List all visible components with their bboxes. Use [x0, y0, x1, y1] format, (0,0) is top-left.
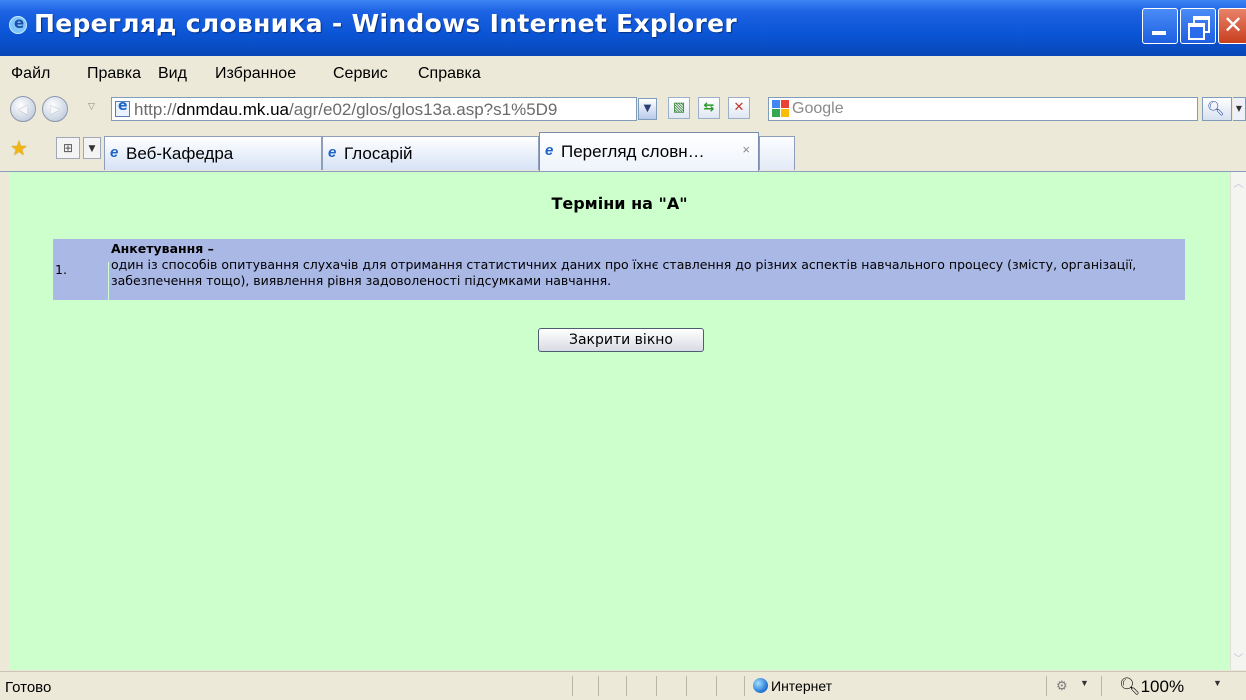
- scroll-down-icon[interactable]: ﹀: [1231, 650, 1246, 667]
- favorites-star-icon[interactable]: ★: [10, 136, 28, 160]
- search-options-dropdown[interactable]: ▼: [1233, 97, 1246, 121]
- close-window-button[interactable]: [1218, 8, 1246, 44]
- scroll-up-icon[interactable]: ︿: [1231, 175, 1246, 192]
- tab-pereglyad-slovnyka[interactable]: e Перегляд словн… ×: [539, 132, 759, 171]
- protected-mode-icon[interactable]: ⚙: [1056, 678, 1068, 694]
- quick-tabs-icon[interactable]: ⊞: [56, 137, 80, 159]
- new-tab-button[interactable]: [759, 136, 795, 170]
- address-field[interactable]: http://dnmdau.mk.ua/agr/e02/glos/glos13a…: [111, 97, 637, 121]
- security-zone-label[interactable]: Интернет: [771, 678, 832, 694]
- tab-glosarii[interactable]: e Глосарій: [322, 136, 539, 170]
- term-table: 1. Анкетування – один із способів опитув…: [53, 239, 1185, 300]
- vertical-scrollbar[interactable]: ︿ ﹀: [1230, 172, 1246, 670]
- title-bar[interactable]: Перегляд словника - Windows Internet Exp…: [0, 0, 1246, 56]
- internet-zone-icon: [753, 678, 768, 693]
- term-number: 1.: [54, 262, 109, 300]
- address-dropdown-button[interactable]: ▼: [638, 98, 657, 120]
- tab-veb-kafedra[interactable]: e Веб-Кафедра: [104, 136, 322, 170]
- restore-button[interactable]: [1180, 8, 1216, 44]
- status-divider: [716, 676, 717, 696]
- menu-tools[interactable]: Сервис: [333, 65, 388, 83]
- tab-list-dropdown[interactable]: ▼: [83, 137, 101, 159]
- status-divider: [1101, 676, 1102, 696]
- zoom-dropdown-icon[interactable]: ▼: [1213, 678, 1222, 688]
- ie-page-icon: e: [545, 142, 554, 159]
- status-divider: [598, 676, 599, 696]
- tab-bar: ★ ⊞ ▼ e Веб-Кафедра e Глосарій e Перегля…: [0, 128, 1246, 172]
- back-button[interactable]: [10, 96, 36, 122]
- term-name: Анкетування –: [111, 241, 214, 256]
- menu-file[interactable]: Файл: [11, 65, 50, 83]
- menu-favorites[interactable]: Избранное: [215, 65, 296, 83]
- window-title: Перегляд словника - Windows Internet Exp…: [34, 9, 737, 38]
- search-input[interactable]: Google: [768, 97, 1198, 121]
- status-divider: [1046, 676, 1047, 696]
- address-url[interactable]: http://dnmdau.mk.ua/agr/e02/glos/glos13a…: [134, 100, 557, 120]
- ie-logo-icon: [9, 14, 27, 34]
- status-divider: [686, 676, 687, 696]
- google-icon: [772, 100, 789, 117]
- menu-bar: Файл Правка Вид Избранное Сервис Справка: [0, 56, 1246, 93]
- page-content: Терміни на "А" 1. Анкетування – один із …: [9, 172, 1230, 670]
- address-toolbar: ▽ http://dnmdau.mk.ua/agr/e02/glos/glos1…: [0, 92, 1246, 128]
- protected-mode-dropdown-icon[interactable]: ▼: [1080, 678, 1089, 688]
- stop-icon[interactable]: ✕: [728, 97, 750, 119]
- zoom-level[interactable]: 🔍︎100%: [1119, 677, 1184, 697]
- term-entry: Анкетування – один із способів опитуванн…: [111, 241, 1181, 289]
- ie-page-icon: e: [110, 144, 119, 161]
- menu-edit[interactable]: Правка: [87, 65, 141, 83]
- page-heading: Терміни на "А": [551, 194, 688, 213]
- history-dropdown-icon[interactable]: ▽: [88, 102, 95, 112]
- menu-help[interactable]: Справка: [418, 65, 481, 83]
- menu-view[interactable]: Вид: [158, 65, 187, 83]
- search-button[interactable]: 🔍︎: [1202, 97, 1232, 121]
- status-divider: [572, 676, 573, 696]
- tab-close-icon[interactable]: ×: [742, 142, 750, 157]
- status-bar: Готово Интернет ⚙ ▼ 🔍︎100% ▼: [0, 671, 1246, 700]
- status-text: Готово: [5, 679, 52, 696]
- status-divider: [744, 676, 745, 696]
- status-divider: [656, 676, 657, 696]
- page-icon: [115, 98, 130, 117]
- refresh-icon[interactable]: ⇆: [698, 97, 720, 119]
- minimize-button[interactable]: [1142, 8, 1178, 44]
- term-definition: один із способів опитування слухачів для…: [111, 257, 1137, 288]
- forward-button[interactable]: [42, 96, 68, 122]
- status-divider: [626, 676, 627, 696]
- close-window-page-button[interactable]: Закрити вікно: [538, 328, 704, 352]
- compatibility-view-icon[interactable]: ▧: [668, 97, 690, 119]
- ie-page-icon: e: [328, 144, 337, 161]
